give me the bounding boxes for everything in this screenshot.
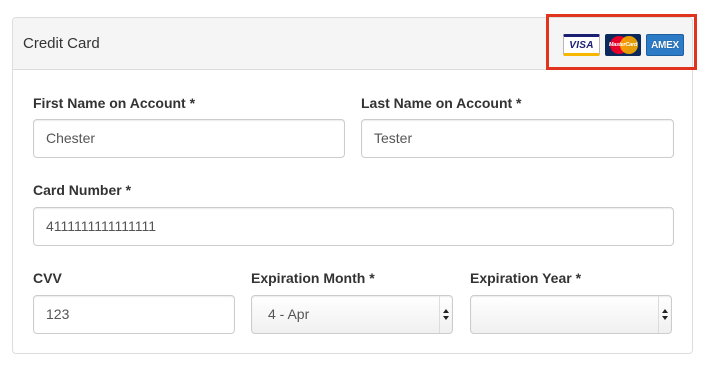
- expiration-month-value: 4 - Apr: [268, 306, 310, 322]
- cvv-input[interactable]: 123: [33, 295, 235, 334]
- amex-logo: AMEX: [646, 34, 684, 56]
- expiration-month-label: Expiration Month *: [251, 270, 375, 286]
- visa-logo-text: VISA: [569, 39, 594, 51]
- visa-logo: VISA: [563, 34, 600, 56]
- select-arrows-icon: [658, 296, 671, 333]
- mastercard-logo: MasterCard: [605, 34, 641, 56]
- mastercard-logo-text: MasterCard: [608, 42, 638, 48]
- expiration-month-select[interactable]: 4 - Apr: [251, 295, 453, 334]
- first-name-label: First Name on Account *: [33, 95, 196, 111]
- card-number-input[interactable]: 4111111111111111: [33, 207, 674, 246]
- expiration-year-label: Expiration Year *: [470, 270, 582, 286]
- expiration-year-select[interactable]: [470, 295, 672, 334]
- cvv-label: CVV: [33, 270, 62, 286]
- last-name-label: Last Name on Account *: [361, 95, 522, 111]
- card-number-label: Card Number *: [33, 182, 132, 198]
- select-arrows-icon: [439, 296, 452, 333]
- panel-title: Credit Card: [23, 35, 100, 52]
- amex-logo-text: AMEX: [651, 39, 679, 51]
- first-name-input[interactable]: Chester: [33, 119, 345, 158]
- last-name-input[interactable]: Tester: [361, 119, 674, 158]
